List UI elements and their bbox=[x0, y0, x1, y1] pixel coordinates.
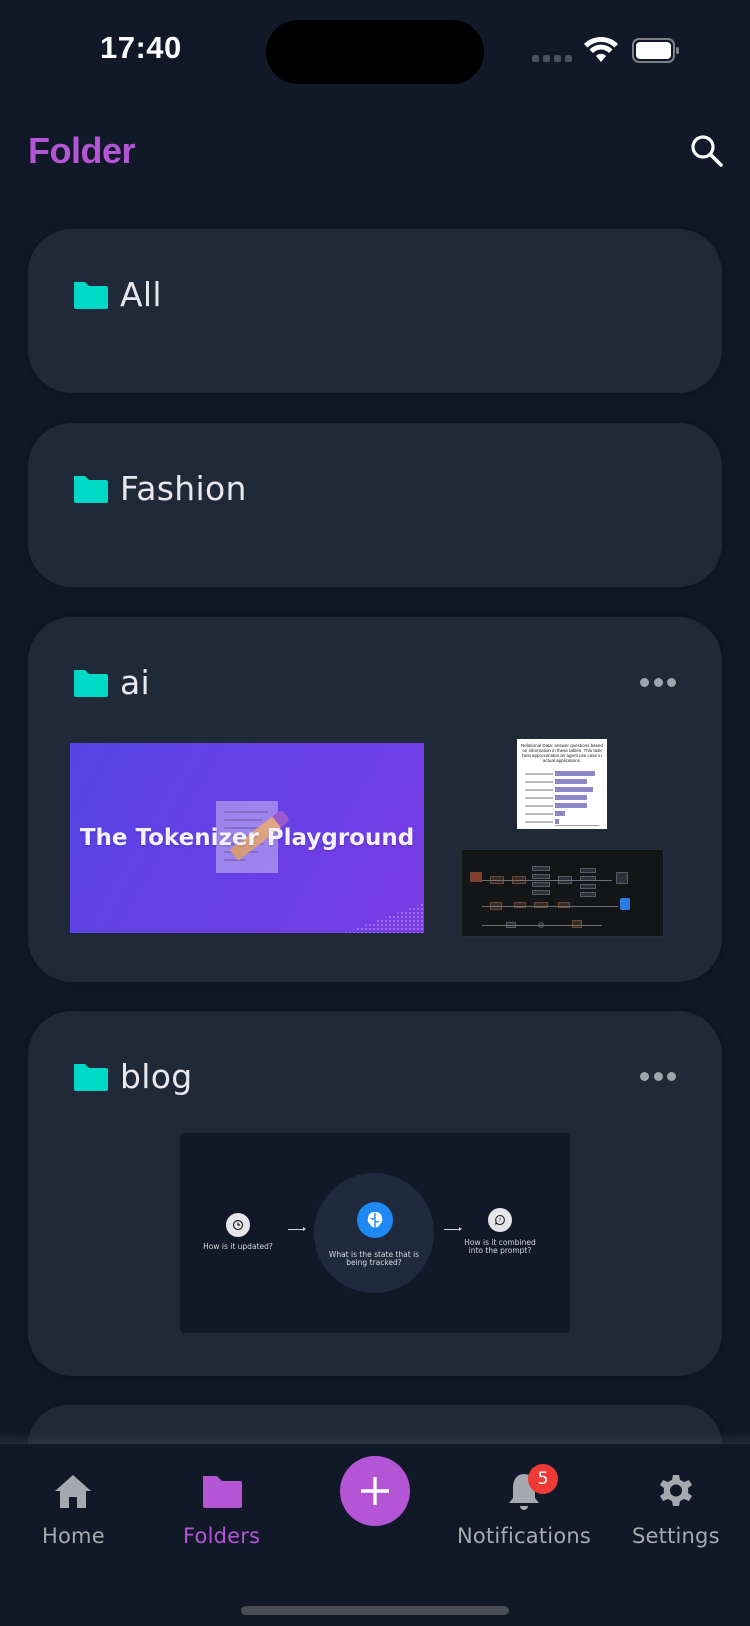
caption-left: How is it updated? bbox=[203, 1242, 273, 1251]
more-options-button[interactable] bbox=[640, 1070, 676, 1082]
folder-icon bbox=[74, 1063, 108, 1091]
plus-icon bbox=[361, 1477, 389, 1505]
folder-icon bbox=[74, 669, 108, 697]
gear-icon bbox=[659, 1475, 692, 1506]
caption-center: What is the state that is being tracked? bbox=[328, 1250, 420, 1267]
folder-card-ai[interactable]: ai The Tokenizer Playground Relational D… bbox=[28, 617, 722, 982]
thumbnail-title: Relational Data: answer questions based … bbox=[521, 743, 603, 763]
chart-bars bbox=[555, 771, 599, 827]
thumbnail-architecture-diagram[interactable] bbox=[461, 849, 664, 937]
nav-label: Settings bbox=[632, 1524, 720, 1548]
folder-name: blog bbox=[120, 1057, 193, 1096]
home-icon bbox=[55, 1475, 92, 1508]
folder-name: ai bbox=[120, 663, 150, 702]
thumbnail-tokenizer-playground[interactable]: The Tokenizer Playground bbox=[70, 743, 424, 933]
status-bar: 17:40 bbox=[0, 0, 750, 100]
caption-right: How is it combined into the prompt? bbox=[464, 1238, 536, 1255]
folder-card-blog[interactable]: blog ? How is it updated? What is the st… bbox=[28, 1011, 722, 1376]
clock-icon bbox=[226, 1213, 250, 1237]
decorative-dots bbox=[344, 903, 424, 933]
folder-name: All bbox=[120, 275, 162, 314]
arrow-right-icon bbox=[444, 1227, 462, 1231]
brain-icon bbox=[357, 1202, 393, 1238]
nav-item-settings[interactable]: Settings bbox=[632, 1470, 720, 1548]
folder-icon bbox=[74, 475, 108, 503]
page-title: Folder bbox=[28, 130, 136, 171]
folder-card-fashion[interactable]: Fashion bbox=[28, 423, 722, 587]
home-indicator[interactable] bbox=[241, 1606, 509, 1615]
arrow-right-icon bbox=[288, 1227, 306, 1231]
nav-label: Notifications bbox=[457, 1524, 592, 1548]
notification-badge: 5 bbox=[528, 1464, 559, 1494]
chart-axis bbox=[555, 825, 599, 826]
battery-icon bbox=[632, 38, 679, 63]
nav-label: Folders bbox=[183, 1524, 261, 1548]
status-time: 17:40 bbox=[100, 30, 182, 65]
chat-question-icon: ? bbox=[488, 1208, 512, 1232]
cellular-signal-icon bbox=[532, 55, 572, 62]
nav-item-notifications[interactable]: 5 Notifications bbox=[457, 1464, 592, 1548]
thumbnail-title: The Tokenizer Playground bbox=[79, 825, 415, 851]
nav-label: Home bbox=[42, 1524, 105, 1548]
search-icon[interactable] bbox=[690, 134, 724, 168]
add-button[interactable] bbox=[340, 1456, 410, 1526]
nav-item-home[interactable]: Home bbox=[42, 1470, 105, 1548]
dynamic-island bbox=[266, 20, 484, 84]
folder-name: Fashion bbox=[120, 469, 247, 508]
thumbnail-relational-data-chart[interactable]: Relational Data: answer questions based … bbox=[517, 739, 607, 829]
folder-icon bbox=[74, 281, 108, 309]
folder-icon bbox=[202, 1476, 242, 1508]
chart-labels bbox=[525, 771, 553, 829]
more-options-button[interactable] bbox=[640, 676, 676, 688]
nav-item-folders[interactable]: Folders bbox=[183, 1470, 260, 1548]
svg-text:?: ? bbox=[499, 1218, 502, 1224]
bottom-navigation: Home Folders 5 Notifications Settings bbox=[0, 1444, 750, 1626]
folder-card-all[interactable]: All bbox=[28, 229, 722, 393]
thumbnail-state-tracking-diagram[interactable]: ? How is it updated? What is the state t… bbox=[180, 1133, 570, 1333]
wifi-icon bbox=[584, 36, 618, 62]
